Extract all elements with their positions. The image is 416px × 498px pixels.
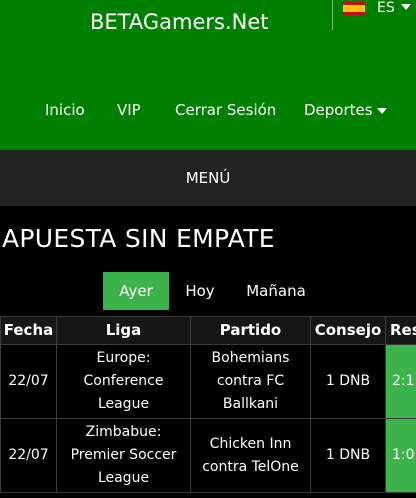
site-logo[interactable]: BETAGamers.Net [90,10,269,34]
table-cell-liga: Europe: Conference League [56,344,191,419]
col-header-fecha: Fecha [0,316,57,345]
col-header-liga: Liga [56,316,191,345]
table-cell-liga: Zimbabue: Premier Soccer League [56,418,191,493]
predictions-table: Fecha Liga Partido Consejo Res 22/07 Eur… [0,316,416,498]
page-title: APUESTA SIN EMPATE [2,224,275,253]
nav-deportes-label: Deportes [304,101,373,119]
top-header: BETAGamers.Net ES Inicio VIP Cerrar Sesi… [0,0,416,150]
table-cell-fecha: 22/07 [0,344,57,419]
tab-manana[interactable]: Mañana [236,272,316,310]
nav-inicio[interactable]: Inicio [45,101,85,119]
tab-ayer[interactable]: Ayer [103,272,169,310]
col-header-consejo: Consejo [310,316,386,345]
nav-deportes[interactable]: Deportes [304,101,387,119]
tab-hoy[interactable]: Hoy [175,272,225,310]
caret-down-icon [376,107,387,114]
language-selector[interactable]: ES [377,0,395,16]
table-cell-consejo: 1 DNB [310,418,386,493]
menu-bar[interactable]: MENÚ [0,150,416,206]
nav-vip[interactable]: VIP [117,101,141,119]
table-cell-fecha: 22/07 [0,418,57,493]
table-cell-consejo: 1 DNB [310,344,386,419]
table-cell-partido: Bohemians contra FC Ballkani [190,344,311,419]
table-cell-res: 1:0 [385,418,416,493]
col-header-res: Res [385,316,416,345]
col-header-partido: Partido [190,316,311,345]
menu-label: MENÚ [185,169,231,187]
spain-flag-icon[interactable] [343,2,365,15]
table-cell-partido: Chicken Inn contra TelOne [190,418,311,493]
chevron-down-icon[interactable] [401,4,411,10]
nav-cerrar-sesion[interactable]: Cerrar Sesión [175,101,276,119]
language-divider [332,0,333,30]
table-cell-res: 2:1 [385,344,416,419]
